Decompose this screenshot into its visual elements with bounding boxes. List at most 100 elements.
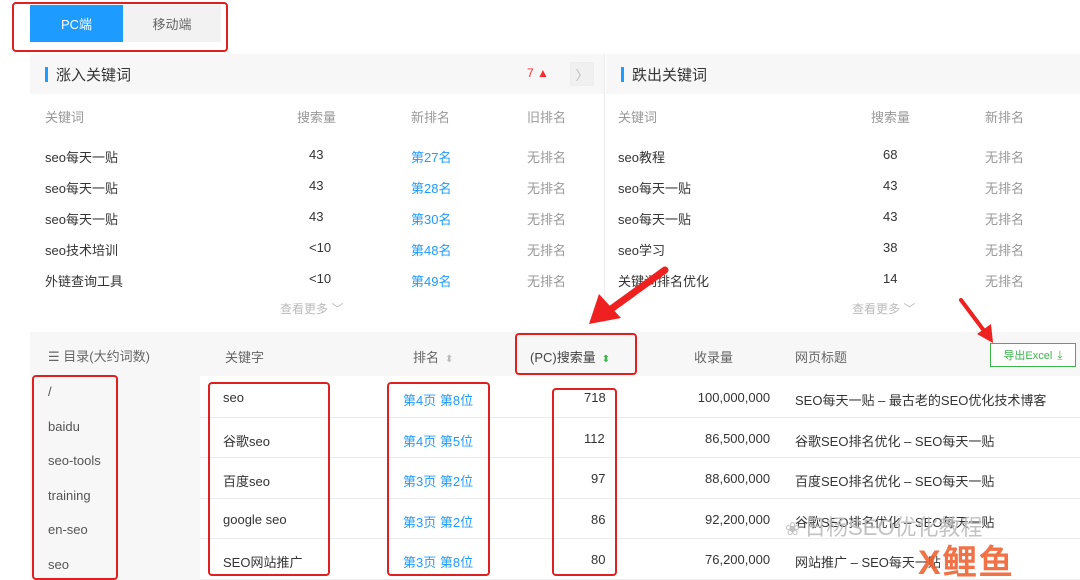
directory-item[interactable]: en-seo <box>48 522 88 537</box>
rising-header-cell: 新排名 <box>411 110 451 125</box>
row-rank[interactable]: 第4页 第5位 <box>403 431 473 450</box>
falling-keyword[interactable]: seo学习 <box>618 240 665 259</box>
row-indexed: 76,200,000 <box>705 552 771 567</box>
keyword-column-header: 关键字 <box>225 350 265 365</box>
row-rank[interactable]: 第3页 第2位 <box>403 512 473 531</box>
directory-item[interactable]: baidu <box>48 419 80 434</box>
row-search-volume: 112 <box>584 430 605 446</box>
directory-header: ☰ 目录(大约词数) <box>48 349 150 364</box>
falling-header-cell: 关键词 <box>618 110 658 125</box>
row-divider <box>200 416 1080 418</box>
device-tabs: PC端 移动端 <box>30 5 221 42</box>
falling-keywords-panel: 跌出关键词 关键词 搜索量 新排名 seo教程 68 无排名 seo每天一贴 43 无排名 seo… <box>606 54 1080 322</box>
falling-keyword[interactable]: seo每天一贴 <box>618 209 691 228</box>
falling-search-volume: 43 <box>883 209 898 224</box>
annotation-arrow-icon <box>589 266 669 324</box>
rising-search-volume: 43 <box>309 209 324 224</box>
falling-search-volume: 43 <box>883 178 898 193</box>
row-divider <box>200 457 1080 458</box>
row-rank[interactable]: 第4页 第8位 <box>403 390 473 409</box>
rising-search-volume: 43 <box>309 147 324 162</box>
rank-column-header[interactable]: 排名 ⬍ <box>413 347 453 366</box>
falling-view-more[interactable]: 查看更多 ﹀ <box>852 300 915 317</box>
rising-old-rank: 无排名 <box>527 274 567 289</box>
directory-item[interactable]: training <box>48 488 91 503</box>
falling-new-rank: 无排名 <box>985 212 1025 227</box>
falling-new-rank: 无排名 <box>985 181 1025 196</box>
wechat-icon: ❀ <box>785 519 801 539</box>
tab-mobile[interactable]: 移动端 <box>123 5 221 42</box>
falling-new-rank: 无排名 <box>985 243 1025 258</box>
row-indexed: 92,200,000 <box>705 511 771 527</box>
rising-new-rank[interactable]: 第28名 <box>411 178 451 197</box>
rising-keyword[interactable]: seo每天一贴 <box>45 147 118 166</box>
rising-search-volume: <10 <box>309 271 332 286</box>
falling-keyword[interactable]: seo教程 <box>618 147 665 166</box>
rising-panel-header: 涨入关键词 7 ▲ 〉 <box>30 54 604 94</box>
row-page-title[interactable]: SEO每天一贴 – 最古老的SEO优化技术博客 <box>795 390 1046 409</box>
falling-panel-header: 跌出关键词 <box>606 54 1080 94</box>
rising-table: 关键词 搜索量 新排名 旧排名 seo每天一贴 43 第27名 无排名 seo每天一贴 43 第28… <box>30 94 605 322</box>
rising-old-rank: 无排名 <box>527 150 567 165</box>
row-divider <box>200 497 1080 499</box>
tab-pc[interactable]: PC端 <box>30 5 123 42</box>
row-indexed: 100,000,000 <box>697 390 771 405</box>
row-keyword[interactable]: seo <box>223 390 244 405</box>
row-rank[interactable]: 第3页 第2位 <box>403 471 473 490</box>
row-keyword[interactable]: 谷歌seo <box>223 431 270 450</box>
rising-new-rank[interactable]: 第49名 <box>411 271 451 290</box>
falling-keyword[interactable]: seo每天一贴 <box>618 178 691 197</box>
falling-header-cell: 新排名 <box>985 110 1025 125</box>
falling-new-rank: 无排名 <box>985 274 1025 289</box>
sort-icon: ⬍ <box>601 354 611 365</box>
row-keyword[interactable]: google seo <box>223 512 287 527</box>
row-search-volume: 86 <box>591 511 606 527</box>
annotation-arrow-icon <box>959 298 993 343</box>
rising-view-more[interactable]: 查看更多 ﹀ <box>280 300 343 317</box>
falling-search-volume: 68 <box>883 147 898 162</box>
rising-count-badge: 7 ▲ <box>527 66 549 80</box>
rising-old-rank: 无排名 <box>527 243 567 258</box>
falling-table: 关键词 搜索量 新排名 seo教程 68 无排名 seo每天一贴 43 无排名 seo每天一贴 43… <box>606 94 1080 322</box>
rising-keyword[interactable]: seo每天一贴 <box>45 209 118 228</box>
falling-new-rank: 无排名 <box>985 150 1025 165</box>
search-volume-column-header[interactable]: (PC)搜索量 ⬍ <box>530 347 610 366</box>
falling-panel-title: 跌出关键词 <box>606 64 707 85</box>
rising-header-cell: 旧排名 <box>527 110 567 125</box>
row-indexed: 86,500,000 <box>705 430 771 446</box>
directory-item[interactable]: seo-tools <box>48 453 101 468</box>
row-indexed: 88,600,000 <box>705 471 771 486</box>
export-excel-button[interactable]: 导出Excel ⤓ <box>990 343 1076 367</box>
rising-keyword[interactable]: 外链查询工具 <box>45 271 123 290</box>
row-keyword[interactable]: SEO网站推广 <box>223 552 302 571</box>
row-page-title[interactable]: 百度SEO排名优化 – SEO每天一贴 <box>795 471 994 490</box>
row-search-volume: 97 <box>591 471 606 486</box>
falling-header-cell: 搜索量 <box>871 110 911 125</box>
rising-panel-title: 涨入关键词 <box>30 64 131 85</box>
rising-keywords-panel: 涨入关键词 7 ▲ 〉 关键词 搜索量 新排名 旧排名 seo每天一贴 43 第27名 无排名… <box>30 54 605 322</box>
falling-search-volume: 38 <box>883 240 898 255</box>
page-title-column-header: 网页标题 <box>795 350 848 365</box>
directory-item[interactable]: seo <box>48 557 69 572</box>
row-search-volume: 718 <box>584 390 606 405</box>
rising-old-rank: 无排名 <box>527 181 567 196</box>
rising-header-cell: 搜索量 <box>297 110 337 125</box>
rising-search-volume: 43 <box>309 178 324 193</box>
indexed-column-header: 收录量 <box>694 350 734 365</box>
rising-header-cell: 关键词 <box>45 110 85 125</box>
chevron-right-icon[interactable]: 〉 <box>570 62 594 86</box>
download-icon: ⤓ <box>1057 347 1063 362</box>
rising-keyword[interactable]: seo技术培训 <box>45 240 118 259</box>
row-keyword[interactable]: 百度seo <box>223 471 270 490</box>
rising-new-rank[interactable]: 第48名 <box>411 240 451 259</box>
rising-new-rank[interactable]: 第27名 <box>411 147 451 166</box>
watermark-logo: X鲤鱼 <box>918 544 1015 580</box>
directory-item[interactable]: / <box>48 384 52 399</box>
rising-search-volume: <10 <box>309 240 332 255</box>
ranking-table-header: ☰ 目录(大约词数) 关键字 排名 ⬍ (PC)搜索量 ⬍ 收录量 网页标题 导出E… <box>30 332 1080 376</box>
row-page-title[interactable]: 谷歌SEO排名优化 – SEO每天一贴 <box>795 431 994 450</box>
rising-keyword[interactable]: seo每天一贴 <box>45 178 118 197</box>
rising-new-rank[interactable]: 第30名 <box>411 209 451 228</box>
row-rank[interactable]: 第3页 第8位 <box>403 552 473 571</box>
rising-old-rank: 无排名 <box>527 212 567 227</box>
